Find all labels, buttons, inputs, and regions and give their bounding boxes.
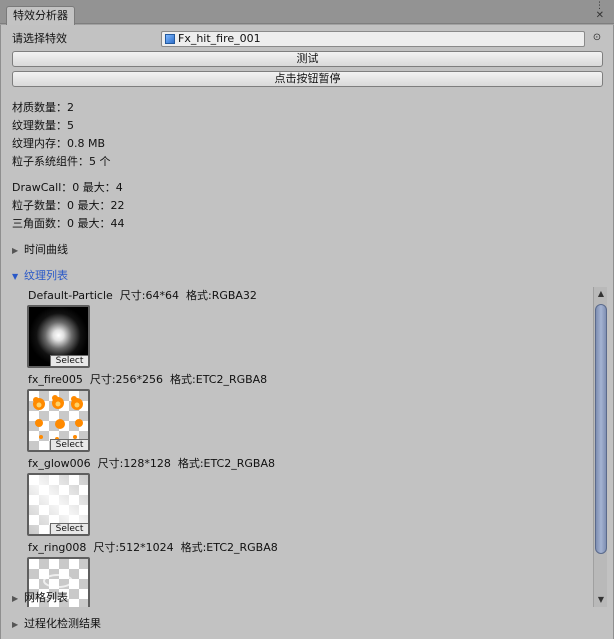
- texture-count: 纹理数量：5: [12, 119, 74, 132]
- texture-info-fx-glow006: fx_glow006 尺寸:128*128 格式:ETC2_RGBA8: [28, 457, 275, 470]
- drawcall-stat: DrawCall：0 最大：4: [12, 181, 123, 194]
- pause-button[interactable]: 点击按钮暂停: [12, 71, 603, 87]
- foldout-texture-list-label: 纹理列表: [24, 269, 68, 282]
- foldout-collapsed-arrow-icon: ▶: [12, 620, 19, 629]
- foldout-mesh-list-label: 网格列表: [24, 591, 68, 604]
- inspector-content: 请选择特效 Fx_hit_fire_001 ⊙ 测试 点击按钮暂停 材质数量：2…: [0, 25, 614, 639]
- particle-component-count: 粒子系统组件：5 个: [12, 155, 111, 168]
- foldout-collapsed-arrow-icon: ▶: [12, 594, 19, 603]
- foldout-time-curve-label: 时间曲线: [24, 243, 68, 256]
- close-icon[interactable]: ✕: [596, 11, 604, 21]
- effect-object-value: Fx_hit_fire_001: [178, 32, 261, 45]
- effect-analyzer-window: 特效分析器 ⋮ ✕ 请选择特效 Fx_hit_fire_001 ⊙ 测试 点击按…: [0, 0, 614, 639]
- texture-info-fx-fire005: fx_fire005 尺寸:256*256 格式:ETC2_RGBA8: [28, 373, 268, 386]
- texture-info-fx-ring008: fx_ring008 尺寸:512*1024 格式:ETC2_RGBA8: [28, 541, 278, 554]
- scrollbar-thumb[interactable]: [595, 304, 607, 554]
- foldout-texture-list[interactable]: ▼ 纹理列表: [12, 269, 68, 284]
- texture-info-default-particle: Default-Particle 尺寸:64*64 格式:RGBA32: [28, 289, 257, 302]
- material-count: 材质数量：2: [12, 101, 74, 114]
- effect-field-label: 请选择特效: [12, 32, 67, 45]
- triangle-count-stat: 三角面数：0 最大：44: [12, 217, 125, 230]
- select-button-default-particle[interactable]: Select: [50, 355, 88, 366]
- foldout-procedural-results-label: 过程化检测结果: [24, 617, 101, 630]
- scroll-up-arrow-icon[interactable]: ▲: [596, 287, 606, 301]
- foldout-procedural-results[interactable]: ▶ 过程化检测结果: [12, 617, 101, 632]
- object-picker-icon[interactable]: ⊙: [591, 31, 603, 45]
- select-button-fx-fire005[interactable]: Select: [50, 439, 88, 450]
- foldout-collapsed-arrow-icon: ▶: [12, 246, 19, 255]
- foldout-time-curve[interactable]: ▶ 时间曲线: [12, 243, 68, 258]
- particle-count-stat: 粒子数量：0 最大：22: [12, 199, 125, 212]
- foldout-expanded-arrow-icon: ▼: [12, 272, 19, 281]
- texture-list-scroll-area[interactable]: Default-Particle 尺寸:64*64 格式:RGBA32 Sele…: [1, 287, 591, 607]
- select-button-fx-glow006[interactable]: Select: [50, 523, 88, 534]
- scroll-down-arrow-icon[interactable]: ▼: [596, 593, 606, 607]
- effect-object-field[interactable]: Fx_hit_fire_001: [161, 31, 585, 47]
- test-button[interactable]: 测试: [12, 51, 603, 67]
- texture-preview-default-particle: Select: [27, 305, 90, 368]
- tab-bar: 特效分析器 ⋮ ✕: [0, 0, 614, 25]
- texture-memory: 纹理内存：0.8 MB: [12, 137, 106, 150]
- tab-effect-analyzer[interactable]: 特效分析器: [6, 6, 75, 25]
- foldout-mesh-list[interactable]: ▶ 网格列表: [12, 591, 68, 606]
- texture-preview-fx-glow006: Select: [27, 473, 90, 536]
- texture-list-scrollbar[interactable]: ▲ ▼: [593, 287, 607, 607]
- texture-preview-fx-fire005: Select: [27, 389, 90, 452]
- prefab-cube-icon: [165, 34, 175, 44]
